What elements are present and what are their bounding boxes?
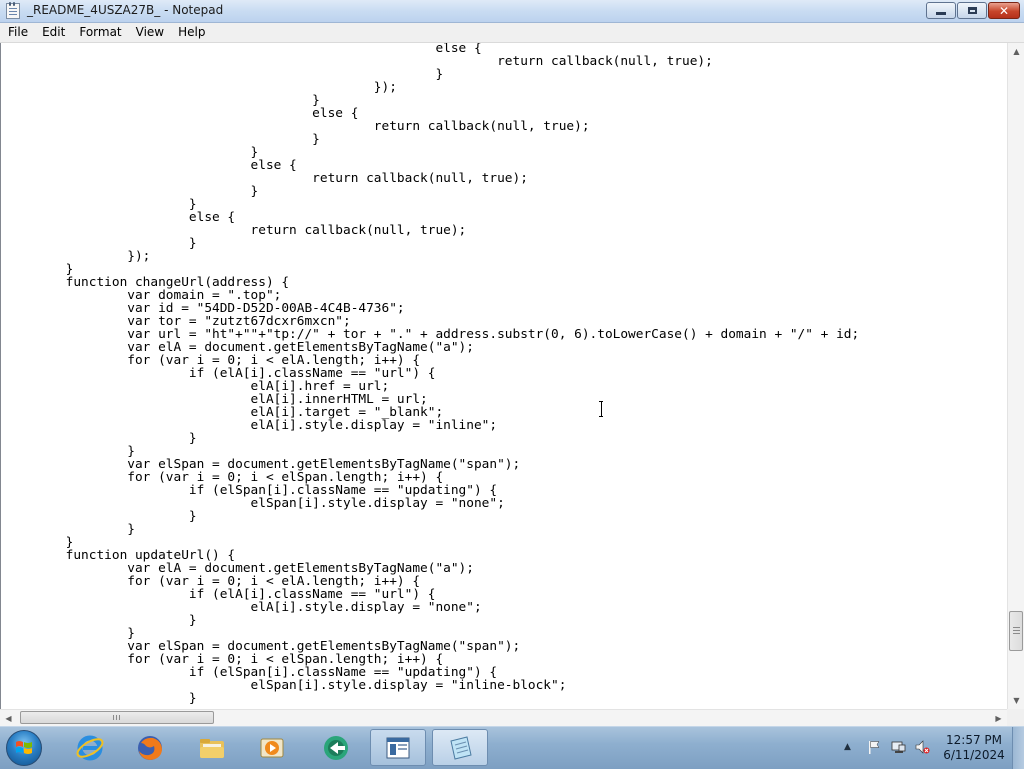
ie-icon [76, 735, 104, 760]
firefox-icon [138, 735, 162, 760]
scroll-up-arrow-icon[interactable]: ▲ [1008, 43, 1024, 60]
title-bar[interactable]: _README_4USZA27B_ - Notepad ✕ [0, 0, 1024, 23]
menu-help[interactable]: Help [172, 23, 211, 42]
close-button[interactable]: ✕ [988, 2, 1020, 19]
taskbar-notepad[interactable] [432, 729, 488, 766]
network-icon[interactable] [890, 739, 906, 755]
windows-logo-icon [16, 741, 32, 754]
menu-edit[interactable]: Edit [36, 23, 71, 42]
notepad-icon[interactable] [6, 2, 20, 19]
clock-time: 12:57 PM [946, 733, 1002, 747]
scroll-right-arrow-icon[interactable]: ▶ [990, 710, 1007, 726]
horizontal-scroll-thumb[interactable] [20, 711, 214, 724]
taskbar: ▲ 12:57 PM 6/11/2024 [0, 726, 1024, 769]
taskbar-internet-explorer[interactable] [62, 729, 118, 766]
show-hidden-icons-icon[interactable]: ▲ [844, 742, 851, 752]
menu-format[interactable]: Format [73, 23, 127, 42]
folder-icon [200, 738, 224, 758]
clock-date: 6/11/2024 [943, 748, 1005, 762]
vertical-scroll-thumb[interactable] [1009, 611, 1023, 651]
editor-text[interactable]: else { return callback(null, true); }})… [4, 43, 860, 706]
size-grip [1007, 709, 1024, 726]
action-center-flag-icon[interactable] [866, 739, 882, 755]
code-line: }); [4, 249, 151, 264]
maximize-button[interactable] [957, 2, 987, 19]
menu-file[interactable]: File [2, 23, 34, 42]
horizontal-scrollbar[interactable]: ◀ ▶ [0, 709, 1007, 726]
notepad-icon [450, 735, 472, 760]
volume-muted-icon[interactable] [914, 739, 930, 755]
menu-bar: File Edit Format View Help [0, 23, 1024, 43]
system-clock[interactable]: 12:57 PM 6/11/2024 [940, 733, 1008, 763]
taskbar-firefox[interactable] [122, 729, 178, 766]
start-button[interactable] [6, 730, 42, 766]
restore-icon [967, 7, 977, 14]
scroll-down-arrow-icon[interactable]: ▼ [1008, 692, 1024, 709]
code-line: } [4, 522, 135, 537]
taskbar-file-explorer[interactable] [184, 729, 240, 766]
close-icon: ✕ [998, 3, 1010, 18]
code-line: } [4, 691, 197, 706]
taskbar-window-app[interactable] [370, 729, 426, 766]
window-icon [386, 737, 410, 758]
globe-arrow-icon [324, 735, 348, 760]
scroll-left-arrow-icon[interactable]: ◀ [0, 710, 17, 726]
text-editor[interactable]: else { return callback(null, true); }})… [0, 43, 1008, 709]
menu-view[interactable]: View [130, 23, 170, 42]
media-player-icon [260, 738, 284, 757]
minimize-button[interactable] [926, 2, 956, 19]
taskbar-network-app[interactable] [308, 729, 364, 766]
minimize-icon [936, 12, 946, 15]
taskbar-media-player[interactable] [244, 729, 300, 766]
show-desktop-button[interactable] [1012, 727, 1024, 769]
vertical-scrollbar[interactable]: ▲ ▼ [1007, 43, 1024, 709]
mouse-ibeam-cursor-icon [599, 401, 603, 417]
window-title: _README_4USZA27B_ - Notepad [27, 3, 224, 17]
